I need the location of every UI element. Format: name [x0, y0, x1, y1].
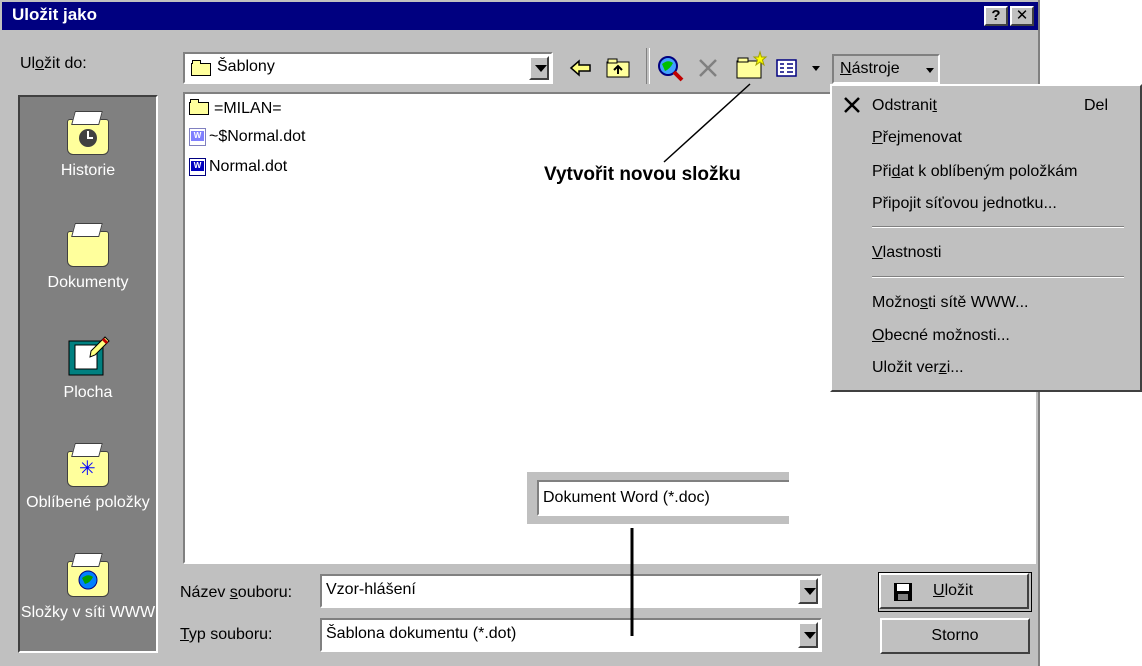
file-type-callout-text: Dokument Word (*.doc) [543, 489, 710, 506]
menu-item-properties[interactable]: Vlastnosti [872, 241, 941, 265]
delete-icon [844, 97, 860, 113]
menu-item-save-version[interactable]: Uložit verzi... [872, 356, 964, 380]
new-folder-annotation: Vytvořit novou složku [544, 164, 741, 185]
menu-item-delete[interactable]: Odstranit [872, 94, 937, 118]
menu-item-rename[interactable]: Přejmenovat [872, 126, 962, 150]
file-type-callout-field: Dokument Word (*.doc) [537, 480, 789, 516]
menu-separator [872, 226, 1124, 228]
menu-separator [872, 276, 1124, 278]
menu-shortcut-delete: Del [1084, 97, 1109, 114]
menu-item-add-to-favorites[interactable]: Přidat k oblíbeným položkám [872, 160, 1077, 184]
menu-item-general-options[interactable]: Obecné možnosti... [872, 324, 1010, 348]
menu-item-map-network-drive[interactable]: Připojit síťovou jednotku... [872, 192, 1057, 216]
menu-item-web-options[interactable]: Možnosti sítě WWW... [872, 291, 1028, 315]
tools-dropdown-menu: Odstranit Del Přejmenovat Přidat k oblíb… [830, 84, 1142, 392]
new-folder-callout-line [663, 83, 751, 163]
file-type-callout: Dokument Word (*.doc) [527, 472, 789, 524]
